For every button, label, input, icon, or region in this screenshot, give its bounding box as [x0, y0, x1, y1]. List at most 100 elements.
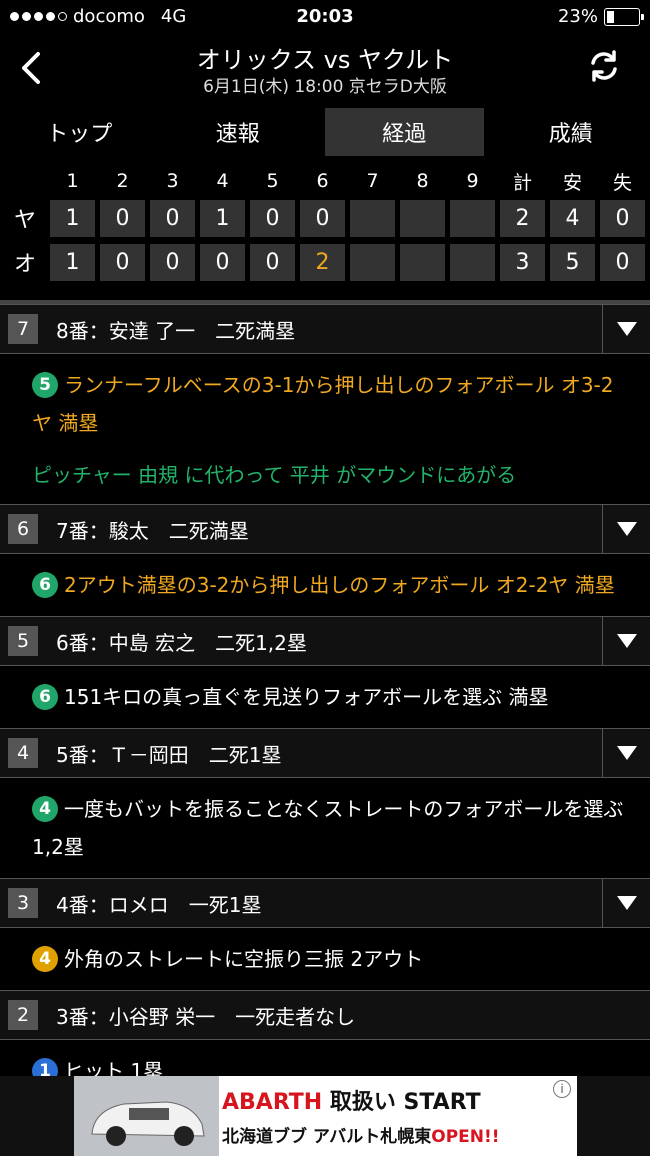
scoreboard-row-away: ヤ 1 0 0 1 0 0 2 4 0 [0, 196, 650, 240]
tab-top[interactable]: トップ [0, 108, 159, 156]
batter-number-badge: 5 [8, 626, 38, 656]
ad-headline: ABARTH 取扱い START [222, 1084, 481, 1116]
batter-number-badge: 7 [8, 314, 38, 344]
play-event: 6 151キロの真っ直ぐを見送りフォアボールを選ぶ 満塁 [0, 666, 650, 728]
inning-header: 7 [366, 170, 379, 192]
count-badge: 6 [32, 683, 58, 710]
inning-score [350, 243, 395, 281]
ad-info-icon[interactable]: i [553, 1080, 571, 1098]
inning-header: 3 [166, 170, 179, 192]
refresh-button[interactable] [586, 48, 622, 84]
scoreboard: 1 2 3 4 5 6 7 8 9 計 安 失 ヤ 1 0 0 1 0 0 2 … [0, 166, 650, 284]
batter-label: 5番：Ｔ－岡田 二死1塁 [56, 742, 282, 767]
inning-score: 0 [250, 199, 295, 237]
event-text: 151キロの真っ直ぐを見送りフォアボールを選ぶ 満塁 [64, 685, 549, 709]
inning-header: 5 [266, 170, 279, 192]
inning-header: 6 [316, 170, 329, 192]
ad-creative[interactable]: ABARTH 取扱い START 北海道ブブ アバルト札幌東OPEN!! i [74, 1076, 577, 1156]
inning-score [400, 243, 445, 281]
at-bat-header[interactable]: 5 6番：中島 宏之 二死1,2塁 [0, 616, 650, 666]
batter-number-badge: 3 [8, 888, 38, 918]
inning-score [450, 199, 495, 237]
play-by-play-feed[interactable]: 7 8番：安達 了一 二死満塁 5 ランナーフルベースの3-1から押し出しのフォア… [0, 300, 650, 1102]
inning-score: 1 [50, 199, 95, 237]
team-abbr: ヤ [13, 208, 36, 233]
play-event: 6 2アウト満塁の3-2から押し出しのフォアボール オ2-2ヤ 満塁 [0, 554, 650, 616]
inning-score: 0 [100, 243, 145, 281]
refresh-icon [591, 50, 617, 82]
hits-total: 5 [550, 243, 595, 281]
scoreboard-header: 1 2 3 4 5 6 7 8 9 計 安 失 [0, 166, 650, 196]
ad-cta: OPEN!! [431, 1127, 500, 1147]
play-event: 4 一度もバットを振ることなくストレートのフォアボールを選ぶ 1,2塁 [0, 778, 650, 878]
inning-score: 0 [200, 243, 245, 281]
at-bat-header[interactable]: 3 4番：ロメロ 一死1塁 [0, 878, 650, 928]
expand-button[interactable] [602, 879, 650, 927]
inning-score: 0 [150, 243, 195, 281]
ad-dealer: 北海道ブブ アバルト札幌東OPEN!! [222, 1122, 500, 1147]
at-bat-header[interactable]: 6 7番：駿太 二死満塁 [0, 504, 650, 554]
inning-score-live: 2 [300, 243, 345, 281]
inning-score [450, 243, 495, 281]
batter-number-badge: 2 [8, 1000, 38, 1030]
hits-total: 4 [550, 199, 595, 237]
team-abbr: オ [13, 252, 36, 277]
runs-total: 2 [500, 199, 545, 237]
batter-label: 7番：駿太 二死満塁 [56, 518, 249, 543]
expand-button[interactable] [602, 617, 650, 665]
ad-dealer-name: 北海道ブブ アバルト札幌東 [222, 1127, 432, 1147]
inning-score: 0 [150, 199, 195, 237]
page-title: オリックス vs ヤクルト [196, 46, 454, 74]
battery-info: 23% [557, 6, 644, 27]
inning-header: 9 [466, 170, 479, 192]
event-text: ピッチャー 由規 に代わって 平井 がマウンドにあがる [32, 463, 517, 487]
ad-banner[interactable]: ABARTH 取扱い START 北海道ブブ アバルト札幌東OPEN!! i [0, 1076, 650, 1156]
play-event: 5 ランナーフルベースの3-1から押し出しのフォアボール オ3-2ヤ 満塁 [0, 354, 650, 454]
expand-button[interactable] [602, 305, 650, 353]
inning-header: 2 [116, 170, 129, 192]
event-text: 外角のストレートに空振り三振 2アウト [64, 947, 424, 971]
count-badge: 4 [32, 945, 58, 972]
batter-label: 6番：中島 宏之 二死1,2塁 [56, 630, 307, 655]
event-text: ランナーフルベースの3-1から押し出しのフォアボール オ3-2ヤ 満塁 [32, 373, 614, 435]
inning-score: 0 [100, 199, 145, 237]
header: オリックス vs ヤクルト 6月1日(木) 18:00 京セラD大阪 [0, 34, 650, 102]
status-bar: docomo 4G 20:03 23% [0, 0, 650, 34]
tab-stats[interactable]: 成績 [492, 108, 650, 156]
ad-headline-text: 取扱い START [329, 1090, 481, 1115]
batter-label: 3番：小谷野 栄一 一死走者なし [56, 1004, 356, 1029]
inning-score [400, 199, 445, 237]
inning-score: 1 [50, 243, 95, 281]
expand-button[interactable] [602, 729, 650, 777]
clock: 20:03 [296, 6, 354, 27]
batter-label: 4番：ロメロ 一死1塁 [56, 892, 262, 917]
expand-button[interactable] [602, 505, 650, 553]
errors-header: 失 [612, 171, 632, 194]
battery-percent: 23% [557, 6, 598, 27]
runs-header: 計 [512, 171, 532, 194]
scoreboard-row-home: オ 1 0 0 0 0 2 3 5 0 [0, 240, 650, 284]
triangle-down-icon [616, 746, 637, 760]
at-bat-header[interactable]: 7 8番：安達 了一 二死満塁 [0, 304, 650, 354]
at-bat-header[interactable]: 4 5番：Ｔ－岡田 二死1塁 [0, 728, 650, 778]
inning-header: 1 [66, 170, 79, 192]
tab-progress[interactable]: 経過 [325, 108, 484, 156]
batter-number-badge: 6 [8, 514, 38, 544]
tab-news[interactable]: 速報 [159, 108, 318, 156]
play-event: ピッチャー 由規 に代わって 平井 がマウンドにあがる [0, 454, 650, 504]
errors-total: 0 [600, 199, 645, 237]
triangle-down-icon [616, 634, 637, 648]
game-info: 6月1日(木) 18:00 京セラD大阪 [203, 77, 447, 97]
hits-header: 安 [562, 171, 582, 194]
at-bat-header[interactable]: 2 3番：小谷野 栄一 一死走者なし [0, 990, 650, 1040]
ad-brand: ABARTH [222, 1090, 323, 1115]
batter-number-badge: 4 [8, 738, 38, 768]
inning-score [350, 199, 395, 237]
play-event: 4 外角のストレートに空振り三振 2アウト [0, 928, 650, 990]
inning-score: 0 [250, 243, 295, 281]
triangle-down-icon [616, 896, 637, 910]
batter-label: 8番：安達 了一 二死満塁 [56, 318, 296, 343]
inning-score: 1 [200, 199, 245, 237]
inning-header: 4 [216, 170, 229, 192]
battery-icon [604, 7, 644, 26]
